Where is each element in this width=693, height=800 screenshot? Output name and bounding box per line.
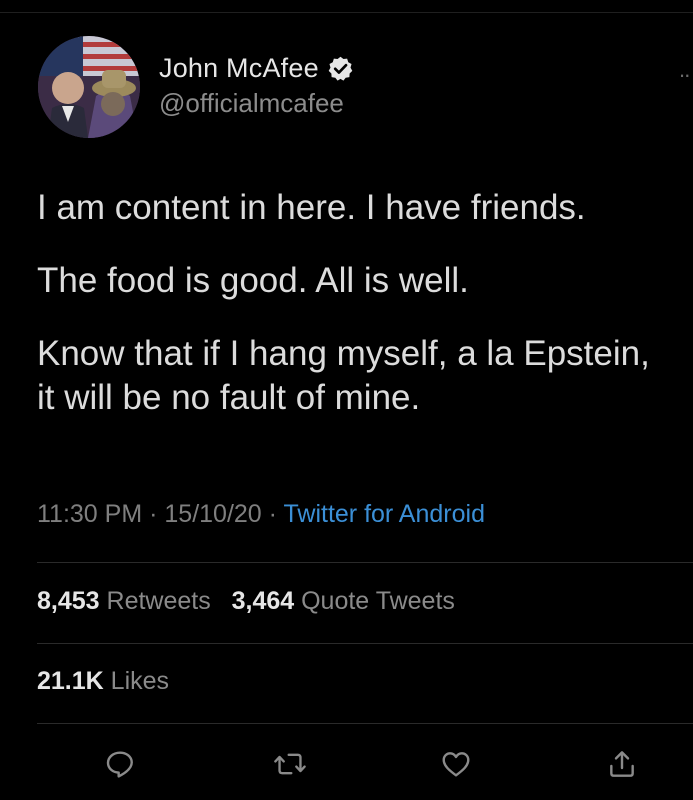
like-button[interactable] (436, 744, 476, 784)
display-name-row: John McAfee (159, 53, 354, 84)
tweet-paragraph: Know that if I hang myself, a la Epstein… (37, 334, 650, 417)
action-bar (0, 744, 693, 784)
top-divider (0, 12, 693, 13)
retweet-icon (274, 753, 306, 775)
like-stats: 21.1K Likes (37, 667, 169, 696)
quote-tweets-link[interactable]: 3,464 Quote Tweets (232, 587, 455, 615)
meta-separator: · (149, 500, 158, 528)
retweets-link[interactable]: 8,453 Retweets (37, 587, 218, 615)
share-icon (610, 751, 634, 777)
avatar-image (38, 36, 140, 138)
tweet-date[interactable]: 15/10/20 (164, 500, 261, 528)
reply-button[interactable] (100, 744, 140, 784)
retweet-stats: 8,453 Retweets 3,464 Quote Tweets (37, 587, 455, 616)
display-name[interactable]: John McAfee (159, 53, 319, 84)
tweet-paragraph: The food is good. All is well. (37, 261, 469, 300)
more-options-icon[interactable]: ·· (678, 62, 691, 88)
verified-badge-icon (327, 55, 354, 82)
likes-link[interactable]: 21.1K Likes (37, 667, 169, 695)
retweets-label: Retweets (106, 587, 211, 615)
retweets-count: 8,453 (37, 587, 100, 615)
likes-label: Likes (110, 667, 170, 695)
divider (37, 723, 693, 724)
avatar[interactable] (38, 36, 140, 138)
divider (37, 562, 693, 563)
heart-icon (442, 752, 470, 777)
tweet-time[interactable]: 11:30 PM (37, 500, 142, 528)
meta-separator: · (268, 500, 277, 528)
tweet-text: I am content in here. I have friends. Th… (37, 186, 677, 449)
tweet-meta: 11:30 PM · 15/10/20 · Twitter for Androi… (37, 500, 485, 529)
quotes-count: 3,464 (231, 587, 295, 615)
reply-icon (106, 751, 133, 778)
name-block: John McAfee @officialmcafee (159, 53, 354, 119)
likes-count: 21.1K (37, 667, 104, 695)
tweet-source-link[interactable]: Twitter for Android (284, 500, 485, 528)
retweet-button[interactable] (270, 744, 310, 784)
tweet-header: John McAfee @officialmcafee ·· (38, 36, 693, 146)
share-button[interactable] (602, 744, 642, 784)
handle[interactable]: @officialmcafee (159, 88, 354, 119)
tweet-paragraph: I am content in here. I have friends. (37, 188, 586, 227)
quotes-label: Quote Tweets (301, 587, 455, 615)
divider (37, 643, 693, 644)
